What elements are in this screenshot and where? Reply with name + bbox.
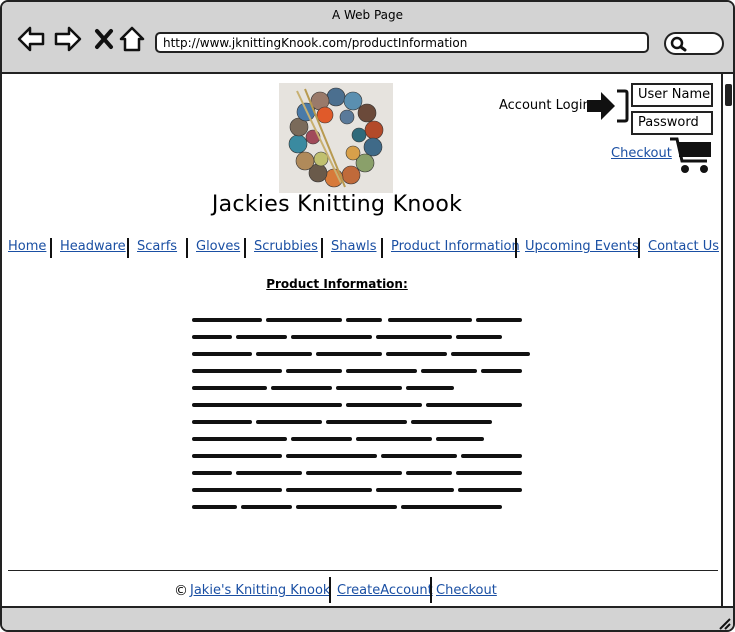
- scrollbar-thumb[interactable]: [725, 84, 732, 106]
- vertical-scrollbar[interactable]: [721, 74, 733, 606]
- nav-upcoming-events[interactable]: Upcoming Events: [525, 236, 639, 258]
- back-icon[interactable]: [16, 24, 46, 54]
- nav-headware[interactable]: Headware: [60, 236, 126, 258]
- browser-chrome: A Web Page http://www.jknittingKnook.com…: [2, 2, 733, 74]
- browser-window: A Web Page http://www.jknittingKnook.com…: [0, 0, 735, 632]
- nav-divider: [50, 238, 52, 258]
- nav-gloves[interactable]: Gloves: [196, 236, 240, 258]
- shopping-cart-icon[interactable]: [669, 136, 713, 176]
- main-nav: Home Headware Scarfs Gloves Scrubbies Sh…: [2, 236, 721, 260]
- nav-home[interactable]: Home: [8, 236, 46, 258]
- browser-search-input[interactable]: [664, 32, 724, 55]
- footer-home-link[interactable]: Jakie's Knitting Knook: [190, 583, 330, 598]
- page-content: Jackies Knitting Knook Account Login Use…: [2, 74, 721, 606]
- address-bar[interactable]: http://www.jknittingKnook.com/productInf…: [155, 32, 649, 53]
- footer-divider: [430, 577, 432, 603]
- header-checkout-link[interactable]: Checkout: [611, 146, 672, 161]
- nav-shawls[interactable]: Shawls: [331, 236, 376, 258]
- login-arrow-icon[interactable]: [585, 88, 629, 124]
- nav-divider: [321, 238, 323, 258]
- nav-divider: [638, 238, 640, 258]
- home-icon[interactable]: [117, 24, 147, 54]
- footer-divider: [8, 570, 718, 571]
- placeholder-text-block: [192, 318, 530, 509]
- status-bar: [2, 606, 733, 630]
- site-title: Jackies Knitting Knook: [211, 192, 463, 217]
- nav-scrubbies[interactable]: Scrubbies: [254, 236, 318, 258]
- nav-divider: [244, 238, 246, 258]
- nav-divider: [381, 238, 383, 258]
- forward-icon[interactable]: [53, 24, 83, 54]
- nav-divider: [515, 238, 517, 258]
- nav-scarfs[interactable]: Scarfs: [137, 236, 177, 258]
- footer-divider: [329, 577, 331, 603]
- password-field[interactable]: Password: [631, 111, 713, 135]
- window-title: A Web Page: [331, 8, 404, 22]
- search-icon: [670, 36, 687, 52]
- nav-divider: [186, 238, 188, 258]
- footer-checkout-link[interactable]: Checkout: [436, 583, 497, 598]
- resize-grip-icon[interactable]: [717, 616, 731, 630]
- nav-product-information[interactable]: Product Information: [391, 236, 520, 258]
- account-login-label: Account Login: [499, 98, 591, 113]
- nav-divider: [127, 238, 129, 258]
- site-logo: [279, 83, 393, 193]
- footer-create-account-link[interactable]: CreateAccount: [337, 583, 433, 598]
- stop-icon[interactable]: [90, 24, 120, 54]
- copyright-symbol: ©: [174, 583, 188, 599]
- username-field[interactable]: User Name: [631, 83, 713, 107]
- section-title: Product Information:: [266, 277, 408, 291]
- nav-contact-us[interactable]: Contact Us: [648, 236, 719, 258]
